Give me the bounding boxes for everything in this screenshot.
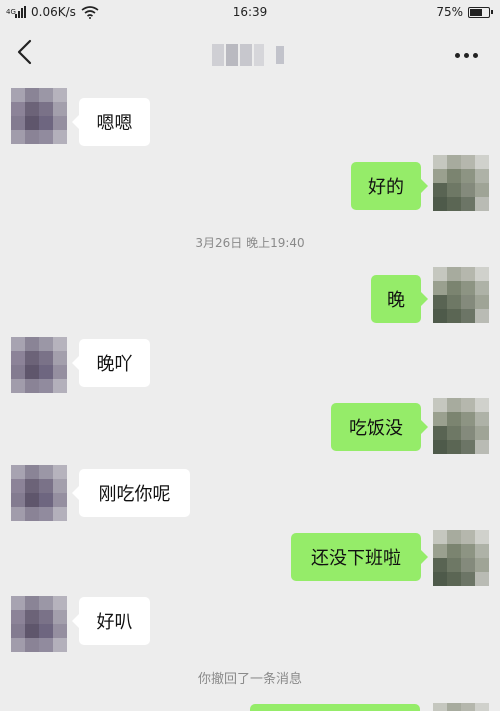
contact-name-pixelated <box>212 44 284 66</box>
message-bubble-received[interactable]: 好叭 <box>72 597 150 645</box>
message-bubble-sent[interactable]: 好的 <box>351 162 428 210</box>
timestamp-divider: 3月26日 晚上19:40 <box>195 236 305 250</box>
battery-icon <box>468 6 493 18</box>
battery-percent: 75% <box>436 5 463 19</box>
message-text: 嗯嗯 <box>96 113 133 134</box>
avatar[interactable] <box>433 703 489 711</box>
message-text: 好的 <box>368 177 404 198</box>
message-text: 吃饭没 <box>349 418 403 439</box>
avatar[interactable] <box>433 155 489 211</box>
message-text: 还没下班啦 <box>311 548 401 569</box>
message-bubble-received[interactable]: 晚吖 <box>72 339 150 387</box>
clock: 16:39 <box>232 5 268 19</box>
status-bar: 4G 0.06K/s 16:39 75% <box>0 0 500 26</box>
message-text: 晚 <box>387 290 405 311</box>
message-bubble-received[interactable]: 刚吃你呢 <box>72 469 190 517</box>
message-bubble-sent[interactable]: 吃饭没 <box>331 403 428 451</box>
chat-header <box>0 26 500 84</box>
message-bubble-sent[interactable]: 还没下班啦 <box>291 533 428 581</box>
message-text: 好叭 <box>96 612 133 633</box>
message-bubble-sent[interactable]: 晚 <box>371 275 428 323</box>
more-dots-icon[interactable] <box>455 53 478 58</box>
avatar[interactable] <box>11 465 67 521</box>
avatar[interactable] <box>11 88 67 144</box>
avatar[interactable] <box>11 596 67 652</box>
avatar[interactable] <box>433 530 489 586</box>
message-bubble-sent-partial[interactable] <box>250 704 420 711</box>
recall-notice: 你撤回了一条消息 <box>197 672 302 687</box>
chevron-left-icon[interactable] <box>14 38 36 66</box>
message-text: 晚吖 <box>96 354 133 375</box>
avatar[interactable] <box>433 398 489 454</box>
avatar[interactable] <box>433 267 489 323</box>
avatar[interactable] <box>11 337 67 393</box>
message-text: 刚吃你呢 <box>98 484 171 505</box>
message-bubble-received[interactable]: 嗯嗯 <box>72 98 150 146</box>
